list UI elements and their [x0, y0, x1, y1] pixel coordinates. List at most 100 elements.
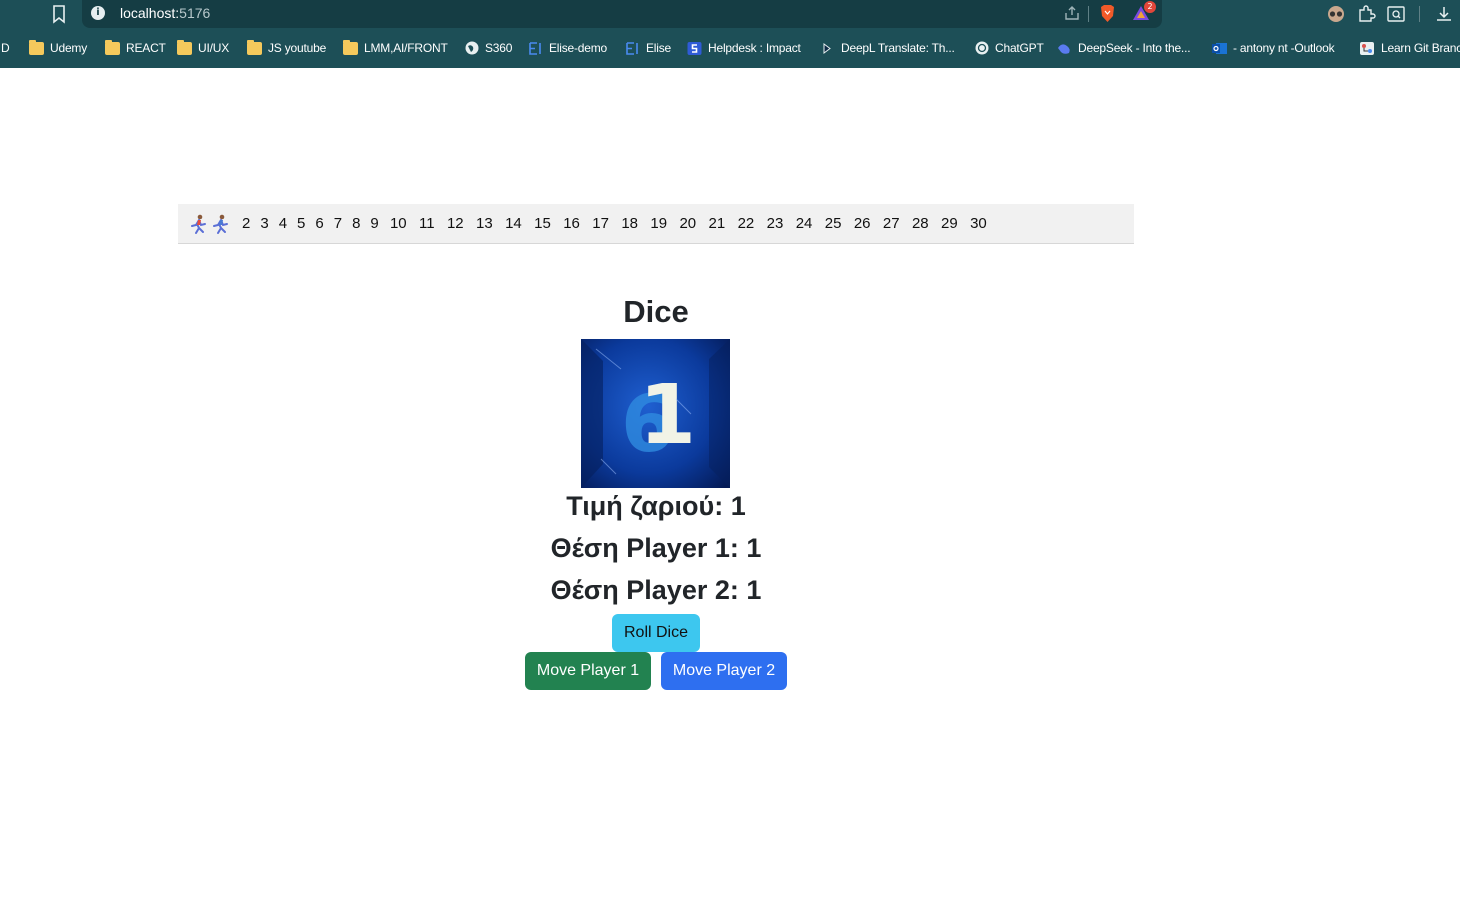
bookmark-label: DeepSeek - Into the...: [1078, 41, 1191, 55]
roll-dice-button[interactable]: Roll Dice: [612, 614, 700, 652]
toolbar-divider: [1419, 6, 1420, 22]
address-bar[interactable]: [82, 0, 1162, 28]
extension-glasses-icon[interactable]: [1326, 4, 1346, 24]
board-cell-16: 16: [563, 214, 580, 232]
toolbar-divider: [1088, 6, 1089, 22]
player1-position-text: Θέση Player 1: 1: [550, 533, 762, 563]
move-player1-button[interactable]: Move Player 1: [525, 652, 651, 690]
board-cell-6: 6: [315, 214, 324, 232]
board-cell-27: 27: [882, 214, 900, 232]
board-cell-25: 25: [824, 214, 842, 232]
bookmark-label: JS youtube: [268, 41, 327, 55]
page-title: Dice: [623, 294, 689, 329]
board-cell-1: [188, 213, 237, 235]
screenshot-search-icon[interactable]: [1386, 4, 1406, 24]
bookmark-label: UI/UX: [198, 41, 230, 55]
board-cell-28: 28: [911, 214, 929, 232]
dice-image: 6 1: [581, 339, 730, 488]
runner-icon: [213, 214, 228, 234]
board-cell-13: 13: [476, 214, 493, 232]
move-player2-button[interactable]: Move Player 2: [661, 652, 787, 690]
board-cell-10: 10: [389, 214, 407, 232]
player2-position-text: Θέση Player 2: 1: [550, 575, 762, 605]
bookmark-item[interactable]: UI/UX: [177, 36, 229, 60]
board-cell-20: 20: [679, 214, 697, 232]
download-icon[interactable]: [1434, 4, 1454, 24]
bookmark-label: ChatGPT: [995, 41, 1044, 55]
bookmark-item[interactable]: REACT: [105, 36, 166, 60]
board-cells: 2 3 4 5 6 7 8 9 10 11 12 13 14 15 16 17 18 19 20 21 22 23 24 25…: [237, 204, 993, 244]
svg-text:1: 1: [639, 368, 696, 463]
game-board: 2 3 4 5 6 7 8 9 10 11 12 13 14 15 16 17 18 19 20 21 22 23 24 25…: [178, 204, 1134, 244]
bookmark-item[interactable]: Elise: [625, 36, 671, 60]
bookmark-label: Elise-demo: [549, 41, 608, 55]
bookmark-item[interactable]: LMM,AI/FRONT: [343, 36, 448, 60]
bookmark-label: Udemy: [50, 41, 88, 55]
globe-icon: [465, 41, 479, 55]
bookmark-item[interactable]: Elise-demo: [528, 36, 607, 60]
bookmark-item[interactable]: D: [1, 36, 10, 60]
runner-icon: [191, 214, 206, 234]
board-cell-22: 22: [737, 214, 755, 232]
outlook-icon: [1212, 42, 1227, 54]
board-cell-5: 5: [297, 214, 306, 232]
folder-icon: [247, 39, 262, 55]
board-cell-23: 23: [766, 214, 784, 232]
address-row: i localhost:5176 2: [0, 0, 1460, 28]
board-cell-29: 29: [941, 214, 958, 232]
extensions-puzzle-icon[interactable]: [1356, 4, 1376, 24]
bookmark-item[interactable]: ChatGPT: [975, 36, 1044, 60]
brave-shields-icon[interactable]: [1099, 4, 1116, 23]
folder-icon: [29, 39, 44, 55]
bookmark-item[interactable]: S360: [465, 36, 512, 60]
bookmark-label: LMM,AI/FRONT: [364, 41, 448, 55]
bookmark-item[interactable]: JS youtube: [247, 36, 326, 60]
board-cell-21: 21: [708, 214, 726, 232]
folder-icon: [177, 39, 192, 55]
deepl-icon: [823, 42, 831, 54]
board-cell-14: 14: [505, 214, 522, 232]
bookmark-item[interactable]: Udemy: [29, 36, 87, 60]
board-cell-2: 2: [242, 214, 251, 232]
notification-badge: 2: [1144, 1, 1156, 13]
bookmark-label: Helpdesk : Impact: [708, 41, 801, 55]
bookmark-icon[interactable]: [50, 4, 68, 24]
chatgpt-icon: [975, 41, 989, 55]
board-cell-9: 9: [370, 214, 379, 232]
browser-chrome: i localhost:5176 2 D Udemy REACT UI/UX J…: [0, 0, 1460, 68]
board-cell-4: 4: [278, 214, 288, 232]
board-cell-18: 18: [621, 214, 639, 232]
deepseek-icon: [1058, 43, 1070, 54]
board-cell-11: 11: [419, 214, 435, 232]
bookmark-item[interactable]: Learn Git Branc: [1360, 36, 1460, 60]
board-cell-15: 15: [534, 214, 551, 232]
bookmarks-bar: D Udemy REACT UI/UX JS youtube LMM,AI/FR…: [0, 36, 1460, 60]
board-cell-24: 24: [795, 214, 813, 232]
bookmark-label: D: [1, 41, 10, 55]
share-icon[interactable]: [1063, 4, 1081, 22]
board-cell-12: 12: [446, 214, 464, 232]
bookmark-item[interactable]: DeepL Translate: Th...: [820, 36, 955, 60]
git-icon: [1360, 41, 1374, 55]
board-cell-26: 26: [853, 214, 871, 232]
site-info-icon[interactable]: i: [91, 6, 105, 20]
bookmark-label: REACT: [126, 41, 166, 55]
elise-icon: [529, 41, 541, 55]
bookmark-label: S360: [485, 41, 513, 55]
url-text[interactable]: localhost:5176: [120, 5, 210, 21]
bookmark-label: - antony nt -Outlook: [1233, 41, 1335, 55]
bookmark-label: Elise: [646, 41, 672, 55]
board-cell-3: 3: [260, 214, 269, 232]
folder-icon: [105, 39, 120, 55]
bookmark-item[interactable]: DeepSeek - Into the...: [1057, 36, 1191, 60]
bookmark-label: Learn Git Branc: [1381, 41, 1460, 55]
helpdesk-icon: [687, 41, 702, 55]
board-cell-17: 17: [592, 214, 609, 232]
board-cell-8: 8: [352, 214, 361, 232]
bookmark-item[interactable]: - antony nt -Outlook: [1212, 36, 1335, 60]
board-cell-19: 19: [650, 214, 668, 232]
dice-value-text: Τιμή ζαριού: 1: [566, 491, 746, 521]
board-cell-30: 30: [970, 214, 987, 232]
bookmark-item[interactable]: Helpdesk : Impact: [687, 36, 801, 60]
board-cell-7: 7: [333, 214, 343, 232]
